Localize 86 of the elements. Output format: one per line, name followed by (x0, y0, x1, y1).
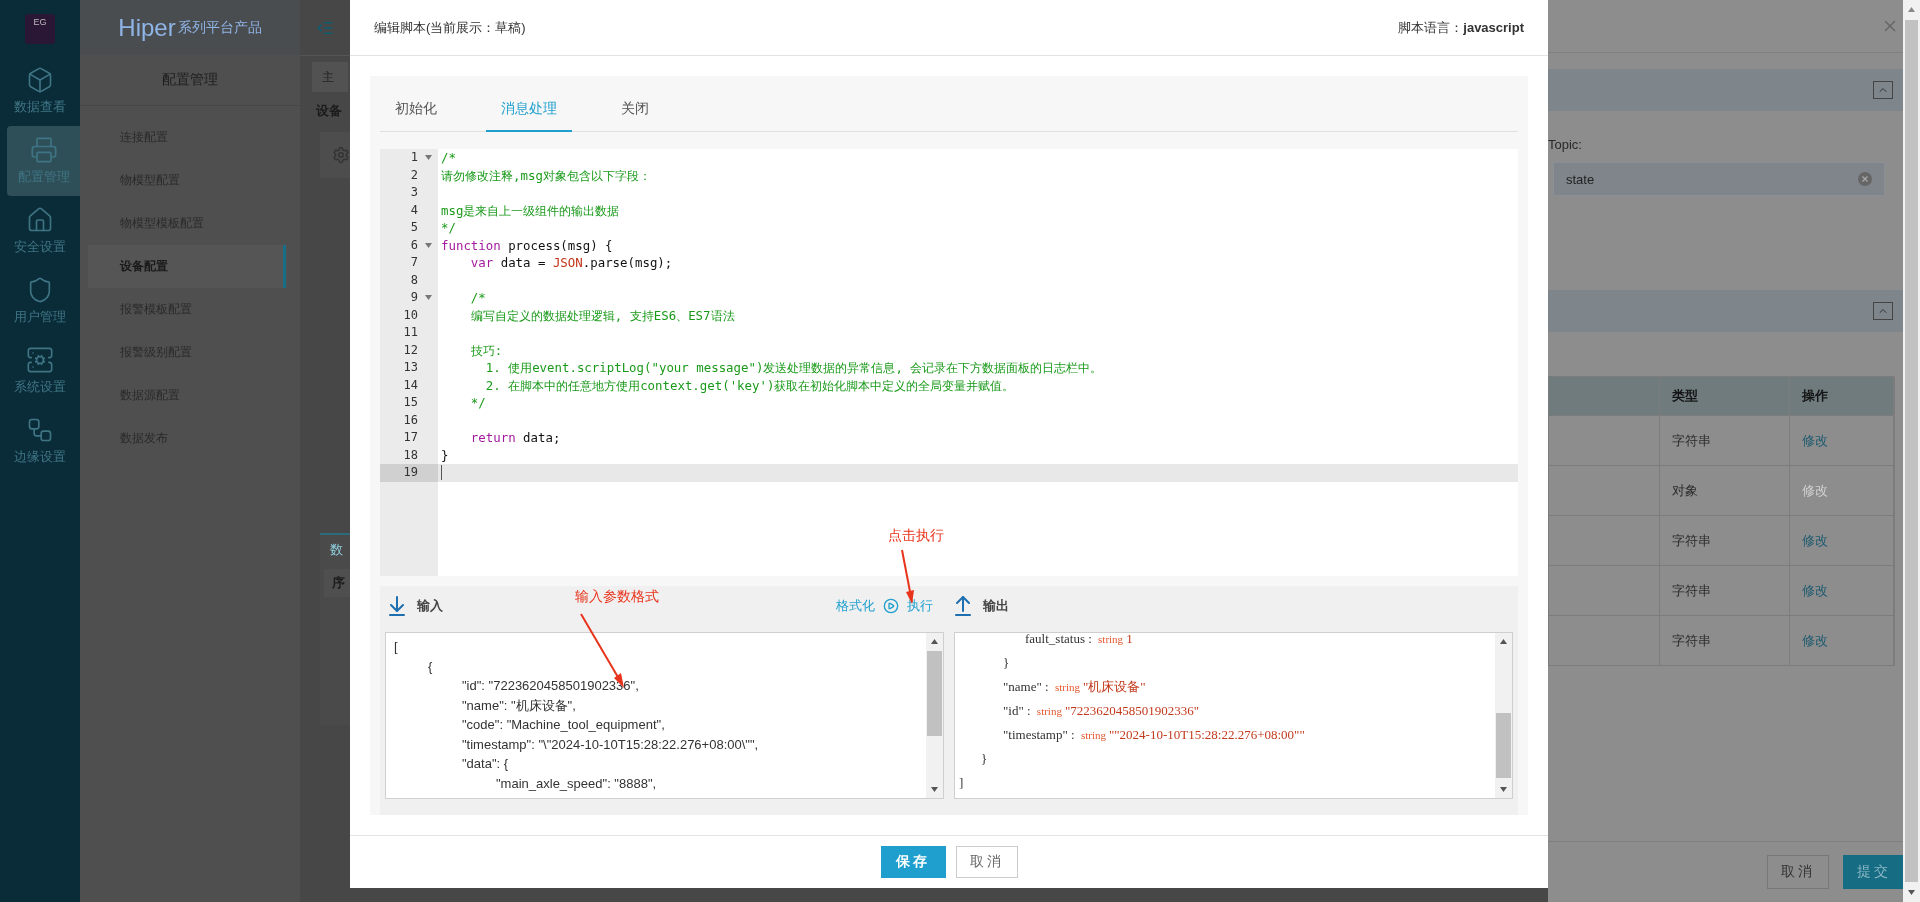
sidebar-item[interactable]: 边缘设置 (0, 406, 80, 476)
fold-caret-icon[interactable] (425, 242, 432, 248)
json-line: "name" : string "机床设备" (1002, 678, 1147, 696)
line-number: 13 (380, 359, 438, 377)
dialog-title: 编辑脚本(当前展示：草稿) (374, 18, 526, 37)
code-line: 2. 在脚本中的任意地方使用context.get('key')获取在初始化脚本中定义的全局变量并赋值。 (484, 376, 1015, 394)
code-line: /* (440, 149, 456, 167)
input-label: 输入 (417, 597, 443, 615)
code-line: function process(msg) { (440, 236, 613, 254)
input-field[interactable]: state (1553, 162, 1885, 196)
json-line: "timestamp" : string ""2024-10-10T15:28:22.276+08:00"" (1002, 726, 1306, 744)
line-number: 3 (380, 184, 438, 202)
code-line: 编写自定义的数据处理逻辑, 支持ES6、ES7语法 (469, 306, 735, 324)
code-line: 1. 使用event.scriptLog("your message")发送处理数据的异常信息, 会记录在下方数据面板的日志栏中。 (484, 359, 1103, 377)
cancel-button[interactable]: 取消 (1767, 855, 1829, 889)
save-button[interactable]: 保存 (880, 846, 946, 878)
edit-link[interactable]: 修改 (1802, 581, 1828, 600)
sidebar-item[interactable]: 系统设置 (0, 336, 80, 406)
sidebar-item[interactable]: 用户管理 (0, 266, 80, 336)
script-language: 脚本语言：javascript (1398, 18, 1524, 37)
code-line: } (440, 446, 449, 464)
cancel-button[interactable]: 取消 (955, 846, 1018, 878)
code-editor[interactable] (380, 149, 1518, 576)
json-bracket: } (981, 750, 989, 768)
code-line: */ (440, 219, 456, 237)
json-line: fault_status : string 1 (1024, 633, 1134, 648)
code-line: return data; (469, 429, 561, 447)
code-line: var data = JSON.parse(msg); (469, 254, 673, 272)
line-number: 9 (380, 289, 438, 307)
line-number: 19 (380, 464, 438, 482)
app-logo: EG (25, 14, 55, 44)
format-link[interactable]: 格式化 (836, 597, 875, 615)
settings-icon[interactable] (332, 146, 350, 164)
tab[interactable]: 初始化 (380, 88, 452, 132)
table-cell: 字符串 (1660, 565, 1790, 615)
json-line: "id" : string "7223620458501902336" (1002, 702, 1201, 720)
code-line: 请勿修改注释,msg对象包含以下字段： (440, 166, 651, 184)
tab[interactable]: 消息处理 (486, 88, 572, 132)
flowchart-icon (26, 416, 54, 444)
fold-caret-icon[interactable] (425, 295, 432, 300)
line-number: 11 (380, 324, 438, 342)
nav-item[interactable]: 设备配置 (88, 245, 286, 288)
run-link[interactable]: 执行 (907, 597, 933, 615)
input-field[interactable]: [ { "id": "7223620458501902336", "name": "机床设备", "code": "Machine_tool_equipment", "timestamp": "\"2024-10-10T15:28:22.276+08:00\"", "data": { "main_axle_speed": "8888", (385, 632, 944, 799)
code-line: */ (469, 394, 486, 412)
collapse-button[interactable] (1873, 302, 1893, 320)
tab[interactable]: 关闭 (606, 88, 664, 132)
table-cell: 字符串 (1660, 415, 1790, 465)
submit-button[interactable]: 提交 (1843, 855, 1905, 889)
line-number: 7 (380, 254, 438, 272)
printer-icon (29, 136, 58, 164)
output-label: 输出 (983, 597, 1010, 615)
code-line: msg是来自上一级组件的输出数据 (440, 201, 620, 219)
table-header: 类型 (1660, 377, 1790, 415)
json-bracket: } (1003, 654, 1011, 672)
edit-link[interactable]: 修改 (1802, 531, 1828, 550)
play-icon[interactable] (883, 598, 899, 614)
table-cell: 字符串 (1660, 615, 1790, 665)
fold-caret-icon[interactable] (425, 155, 432, 160)
line-number: 17 (380, 429, 438, 447)
json-bracket: ] (959, 774, 965, 792)
scrollbar-drawing[interactable] (926, 633, 943, 798)
collapse-button[interactable] (1873, 81, 1893, 99)
field-label: Topic: (1548, 137, 1583, 152)
scrollbar-drawing[interactable] (1903, 0, 1920, 902)
house-icon (26, 206, 54, 234)
text-cursor (441, 465, 442, 480)
table-cell: 对象 (1660, 465, 1790, 515)
line-number: 15 (380, 394, 438, 412)
line-number: 5 (380, 219, 438, 237)
edit-link[interactable]: 修改 (1802, 431, 1828, 450)
line-number: 1 (380, 149, 438, 167)
annotation-text: 输入参数格式 (575, 588, 659, 606)
scrollbar-drawing[interactable] (1495, 633, 1512, 798)
sub-tab[interactable]: 数 (330, 535, 343, 559)
annotation-text: 点击执行 (888, 527, 944, 545)
server-gear-icon (26, 346, 54, 374)
sidebar-item[interactable]: 数据查看 (0, 56, 80, 126)
clear-icon[interactable] (1858, 172, 1872, 186)
table-header: 操作 (1790, 377, 1894, 415)
sidebar-item[interactable]: 安全设置 (0, 196, 80, 266)
table-cell: 字符串 (1660, 515, 1790, 565)
code-line: /* (469, 289, 486, 307)
code-line: 技巧: (469, 341, 503, 359)
cube-icon (26, 66, 54, 94)
edit-link[interactable]: 修改 (1802, 631, 1828, 650)
